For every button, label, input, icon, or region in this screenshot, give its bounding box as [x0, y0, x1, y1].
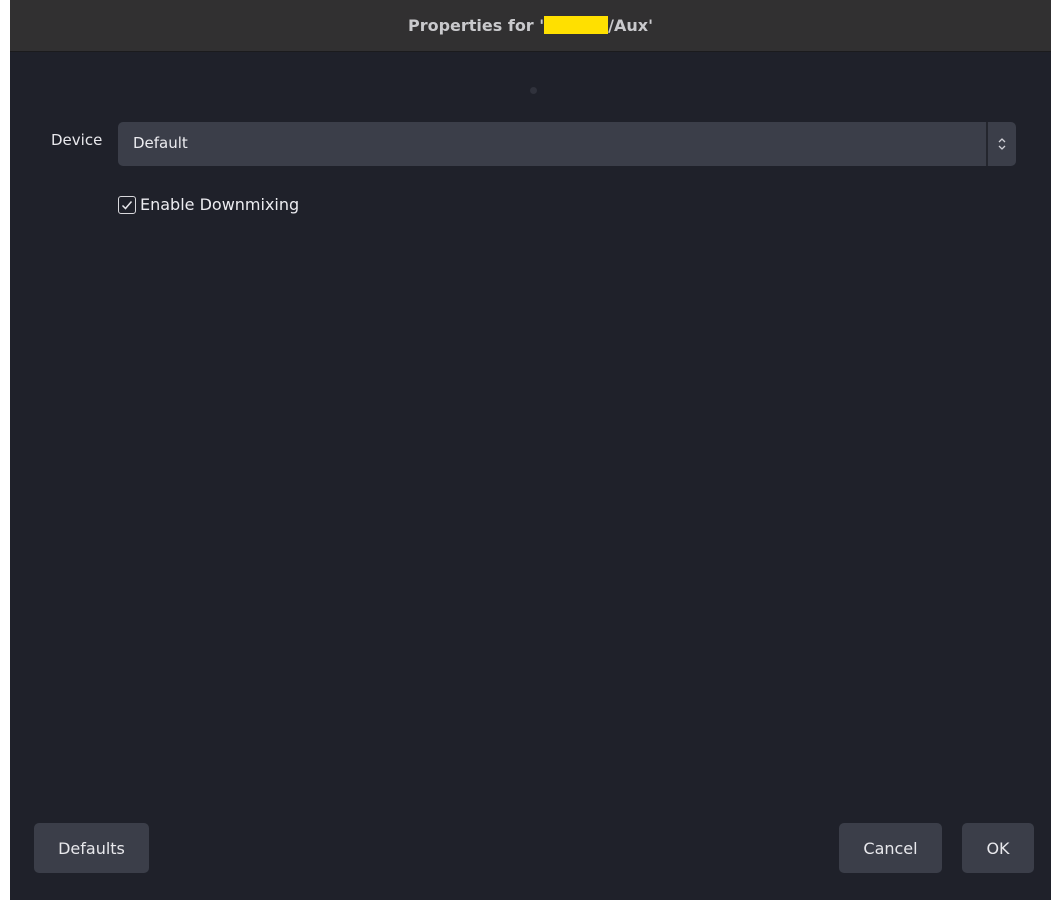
checkmark-icon [121, 200, 133, 210]
device-label: Device [51, 131, 103, 149]
splitter-handle[interactable] [530, 87, 537, 94]
chevron-up-down-icon[interactable] [986, 122, 1016, 166]
window-title-suffix: /Aux' [608, 16, 654, 35]
properties-dialog: Properties for ' /Aux' Device Default Ena… [10, 0, 1051, 900]
defaults-button[interactable]: Defaults [34, 823, 149, 873]
enable-downmixing-row[interactable]: Enable Downmixing [118, 195, 299, 214]
redacted-source-name [544, 15, 609, 34]
cancel-button[interactable]: Cancel [839, 823, 942, 873]
device-select[interactable]: Default [118, 122, 1016, 166]
enable-downmixing-label[interactable]: Enable Downmixing [140, 195, 299, 214]
ok-button[interactable]: OK [962, 823, 1034, 873]
window-title-prefix: Properties for ' [407, 16, 545, 35]
device-select-value: Default [133, 134, 188, 152]
enable-downmixing-checkbox[interactable] [118, 195, 136, 214]
title-bar[interactable]: Properties for ' /Aux' [10, 0, 1051, 52]
